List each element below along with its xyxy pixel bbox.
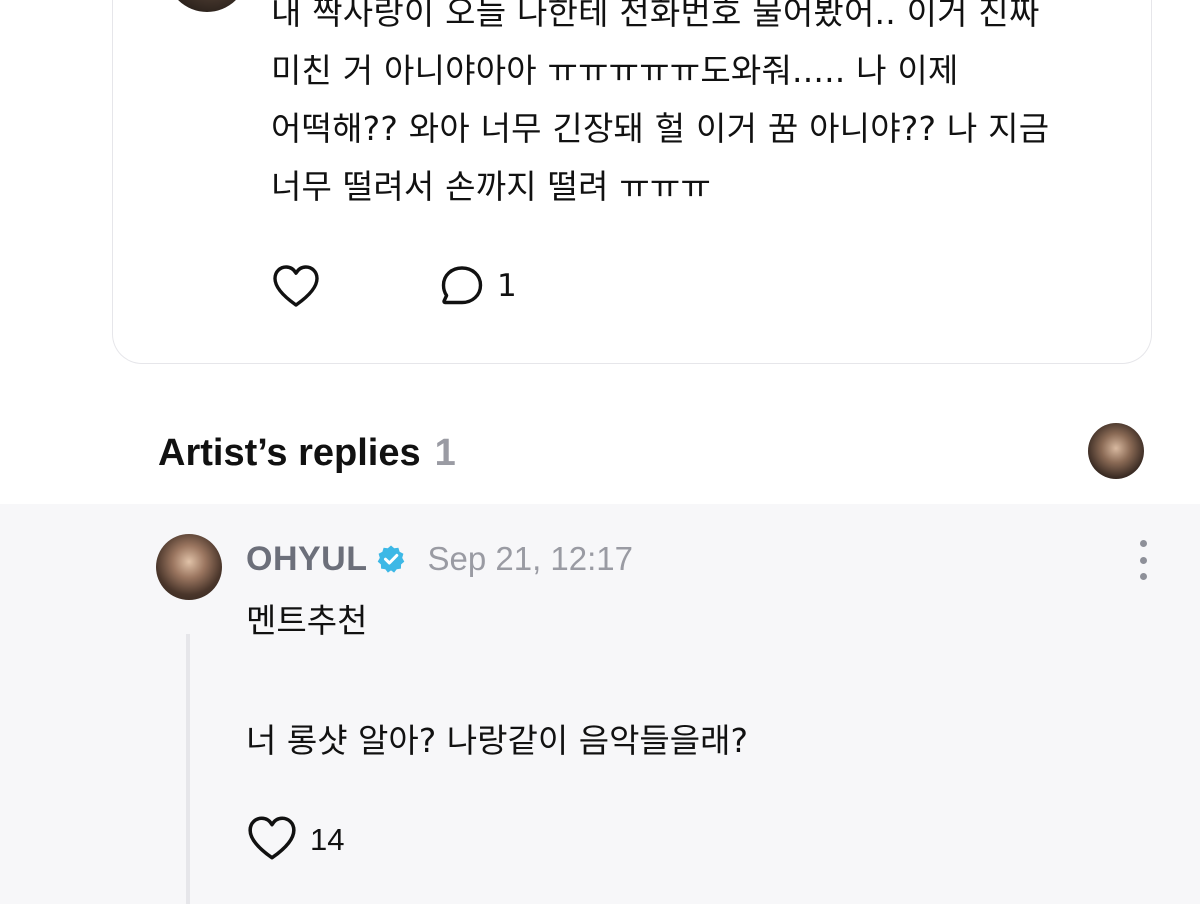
post-author-avatar[interactable]	[167, 0, 247, 12]
artist-replies-count: 1	[434, 431, 456, 474]
artist-reply: OHYUL Sep 21, 12:17 멘트추천 너 롱샷 알아? 나랑같이 음…	[0, 504, 1200, 904]
artist-replies-title: Artist’s replies	[158, 431, 421, 474]
reply-timestamp: Sep 21, 12:17	[427, 540, 634, 577]
more-vertical-icon[interactable]	[1132, 540, 1154, 580]
reply-text-line1: 멘트추천	[246, 601, 368, 640]
post-card: 내 짝사랑이 오늘 나한테 전화번호 물어봤어.. 이거 진짜 미친 거 아니야…	[112, 0, 1152, 364]
reply-like-button[interactable]: 14	[246, 815, 344, 865]
post-actions: 1	[271, 262, 517, 310]
reply-meta: OHYUL Sep 21, 12:17	[246, 534, 633, 584]
reply-author-name[interactable]: OHYUL	[246, 540, 368, 579]
thread-line	[186, 634, 190, 904]
post-comment-button[interactable]: 1	[439, 264, 517, 308]
artist-replies-header: Artist’s replies 1	[158, 424, 456, 482]
post-text: 내 짝사랑이 오늘 나한테 전화번호 물어봤어.. 이거 진짜 미친 거 아니야…	[271, 0, 1050, 206]
reply-actions: 14	[246, 816, 344, 864]
verified-badge-icon	[376, 544, 406, 574]
reply-like-count: 14	[310, 822, 345, 857]
reply-text-line2: 너 롱샷 알아? 나랑같이 음악들을래?	[246, 721, 749, 760]
reply-author-avatar[interactable]	[156, 534, 222, 600]
heart-icon	[246, 815, 298, 865]
comment-icon	[439, 264, 485, 308]
heart-icon	[271, 264, 321, 308]
artist-avatar[interactable]	[1088, 423, 1144, 479]
comment-count: 1	[497, 268, 517, 304]
post-like-button[interactable]	[271, 264, 321, 308]
